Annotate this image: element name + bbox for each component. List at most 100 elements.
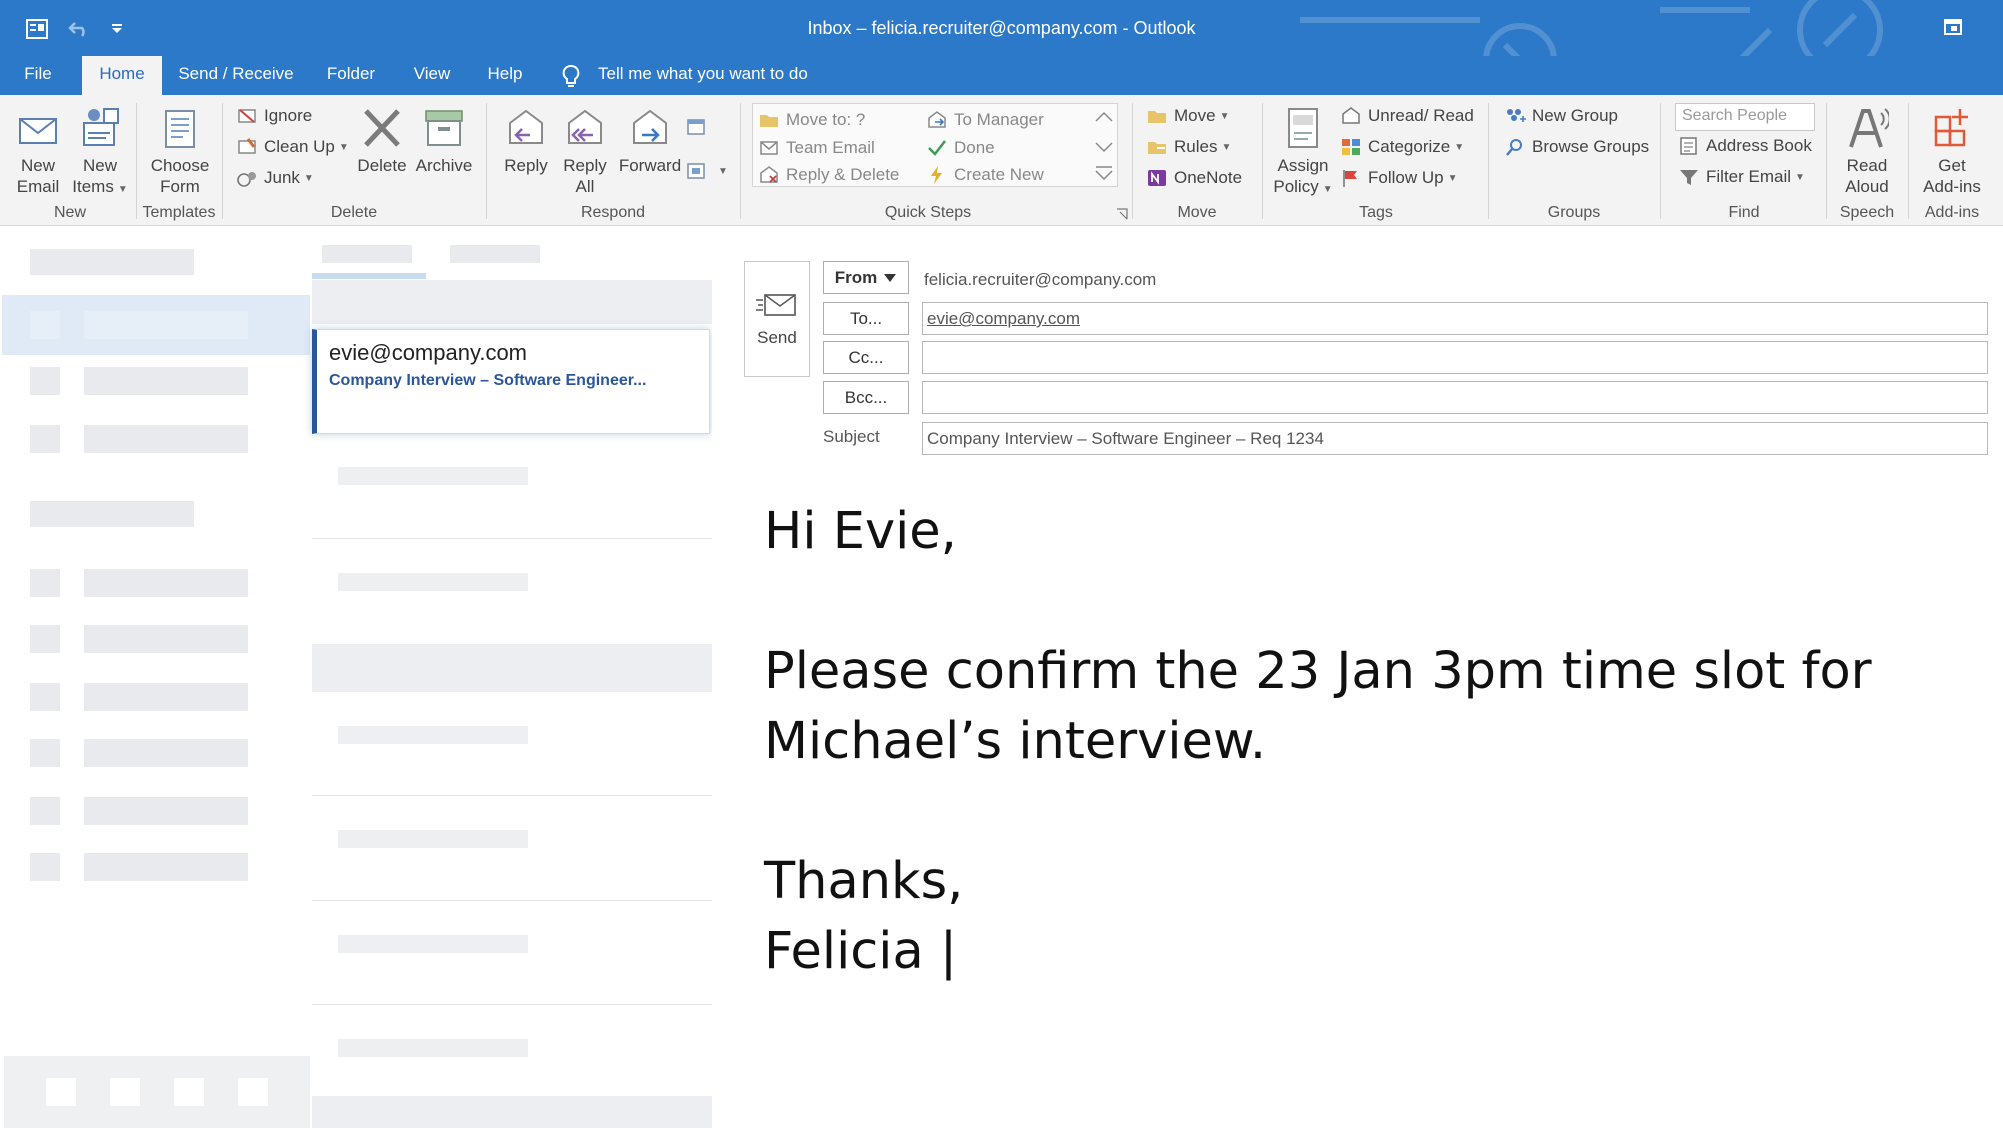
reply-label: Reply <box>504 156 548 175</box>
group-label-addins: Add-ins <box>1924 204 1980 221</box>
tab-file[interactable]: File <box>10 56 66 95</box>
message-placeholder[interactable] <box>338 935 528 953</box>
move-button[interactable]: Move ▼ <box>1146 104 1229 128</box>
more-respond-button[interactable]: ▼ <box>686 159 728 183</box>
more-respond-icon <box>687 163 705 179</box>
quick-steps-scroll[interactable] <box>1092 105 1116 185</box>
message-placeholder[interactable] <box>338 467 528 485</box>
list-divider <box>312 1004 712 1005</box>
meeting-reply-button[interactable] <box>686 115 714 139</box>
folder-label-placeholder[interactable] <box>84 853 248 881</box>
to-recipient[interactable]: evie@company.com <box>927 309 1080 328</box>
nav-people-icon[interactable] <box>174 1078 204 1106</box>
nav-mail-icon[interactable] <box>46 1078 76 1106</box>
assign-policy-label-1: Assign <box>1277 156 1329 175</box>
dialog-launcher-icon[interactable] <box>1116 208 1128 220</box>
reply-icon <box>509 109 543 144</box>
subject-field[interactable]: Company Interview – Software Engineer – … <box>922 422 1988 455</box>
quick-step-team-email[interactable]: Team Email <box>758 136 875 160</box>
browse-groups-button[interactable]: Browse Groups <box>1504 135 1649 159</box>
to-field[interactable]: evie@company.com <box>922 302 1988 335</box>
folder-label-placeholder[interactable] <box>84 569 248 597</box>
read-aloud-button[interactable]: Read Aloud <box>1834 105 1900 201</box>
get-addins-button[interactable]: Get Add-ins <box>1914 105 1990 201</box>
quick-step-to-manager[interactable]: To Manager <box>926 108 1044 132</box>
message-body[interactable]: Hi Evie, Please confirm the 23 Jan 3pm t… <box>764 497 1984 987</box>
ignore-button[interactable]: Ignore <box>236 104 312 128</box>
delete-button[interactable]: Delete <box>354 105 410 201</box>
message-placeholder[interactable] <box>338 830 528 848</box>
follow-up-button[interactable]: Follow Up ▼ <box>1340 166 1458 190</box>
lightbulb-icon <box>562 65 580 87</box>
tab-folder[interactable]: Folder <box>318 56 384 95</box>
rules-button[interactable]: Rules ▼ <box>1146 135 1231 159</box>
bcc-button[interactable]: Bcc... <box>823 381 909 414</box>
forward-button[interactable]: Forward <box>616 105 684 201</box>
message-placeholder[interactable] <box>338 573 528 591</box>
filter-tab-placeholder[interactable] <box>322 245 412 263</box>
form-icon <box>165 110 195 148</box>
reply-button[interactable]: Reply <box>500 105 552 201</box>
categorize-button[interactable]: Categorize ▼ <box>1340 135 1464 159</box>
new-items-button[interactable]: New Items ▼ <box>70 105 130 201</box>
tell-me-text: Tell me what you want to do <box>598 64 808 83</box>
cc-button[interactable]: Cc... <box>823 341 909 374</box>
tab-send-receive[interactable]: Send / Receive <box>176 56 296 95</box>
junk-button[interactable]: Junk ▼ <box>236 166 314 190</box>
forward-icon <box>633 109 667 144</box>
meeting-icon <box>687 119 705 135</box>
folder-label-placeholder[interactable] <box>84 683 248 711</box>
quick-step-done[interactable]: Done <box>926 136 995 160</box>
assign-policy-button[interactable]: Assign Policy ▼ <box>1270 105 1336 201</box>
folder-label-placeholder[interactable] <box>84 367 248 395</box>
folder-label-placeholder[interactable] <box>84 797 248 825</box>
quick-step-reply-delete[interactable]: Reply & Delete <box>758 163 899 187</box>
new-email-button[interactable]: New Email <box>10 105 66 201</box>
folder-label-placeholder[interactable] <box>84 739 248 767</box>
cc-field[interactable] <box>922 341 1988 374</box>
archive-button[interactable]: Archive <box>414 105 474 201</box>
reply-delete-icon <box>760 166 778 183</box>
reply-all-button[interactable]: Reply All <box>558 105 612 201</box>
read-aloud-label-1: Read <box>1846 156 1888 175</box>
new-group-button[interactable]: New Group <box>1504 104 1618 128</box>
filter-tab-placeholder[interactable] <box>450 245 540 263</box>
bcc-field[interactable] <box>922 381 1988 414</box>
choose-form-button[interactable]: Choose Form <box>144 105 216 201</box>
junk-label: Junk <box>264 168 300 187</box>
quick-step-move-to[interactable]: Move to: ? <box>758 108 865 132</box>
group-separator <box>1488 103 1489 219</box>
folder-icon-placeholder <box>30 425 60 453</box>
quick-step-team-email-label: Team Email <box>786 138 875 157</box>
delete-label: Delete <box>357 156 407 175</box>
from-button[interactable]: From <box>823 261 909 294</box>
tab-home[interactable]: Home <box>82 56 162 95</box>
reply-all-icon <box>568 109 602 144</box>
folder-label-placeholder[interactable] <box>84 425 248 453</box>
assign-policy-label-2: Policy <box>1273 177 1319 196</box>
tab-help[interactable]: Help <box>480 56 530 95</box>
filter-email-button[interactable]: Filter Email ▼ <box>1678 165 1805 189</box>
quick-step-create-new[interactable]: Create New <box>926 163 1044 187</box>
tell-me-search[interactable]: Tell me what you want to do <box>562 56 808 95</box>
restore-window-icon[interactable] <box>1943 18 1963 36</box>
message-placeholder[interactable] <box>338 1039 528 1057</box>
ribbon-home: New Email New Items ▼ New Choose Form Tem… <box>0 95 2003 226</box>
new-group-label: New Group <box>1532 106 1618 125</box>
onenote-button[interactable]: OneNote <box>1146 166 1242 190</box>
clean-up-button[interactable]: Clean Up ▼ <box>236 135 349 159</box>
search-people-input[interactable]: Search People <box>1675 103 1815 131</box>
address-book-button[interactable]: Address Book <box>1678 134 1812 158</box>
group-label-move: Move <box>1177 204 1217 221</box>
group-label-tags: Tags <box>1359 204 1393 221</box>
message-list-item-selected[interactable]: evie@company.com Company Interview – Sof… <box>312 329 710 434</box>
reply-all-label-2: All <box>575 177 595 196</box>
to-button[interactable]: To... <box>823 302 909 335</box>
unread-read-button[interactable]: Unread/ Read <box>1340 104 1474 128</box>
nav-calendar-icon[interactable] <box>110 1078 140 1106</box>
tab-view[interactable]: View <box>404 56 460 95</box>
message-placeholder[interactable] <box>338 726 528 744</box>
send-button[interactable]: Send <box>744 261 810 377</box>
nav-tasks-icon[interactable] <box>238 1078 268 1106</box>
folder-label-placeholder[interactable] <box>84 625 248 653</box>
